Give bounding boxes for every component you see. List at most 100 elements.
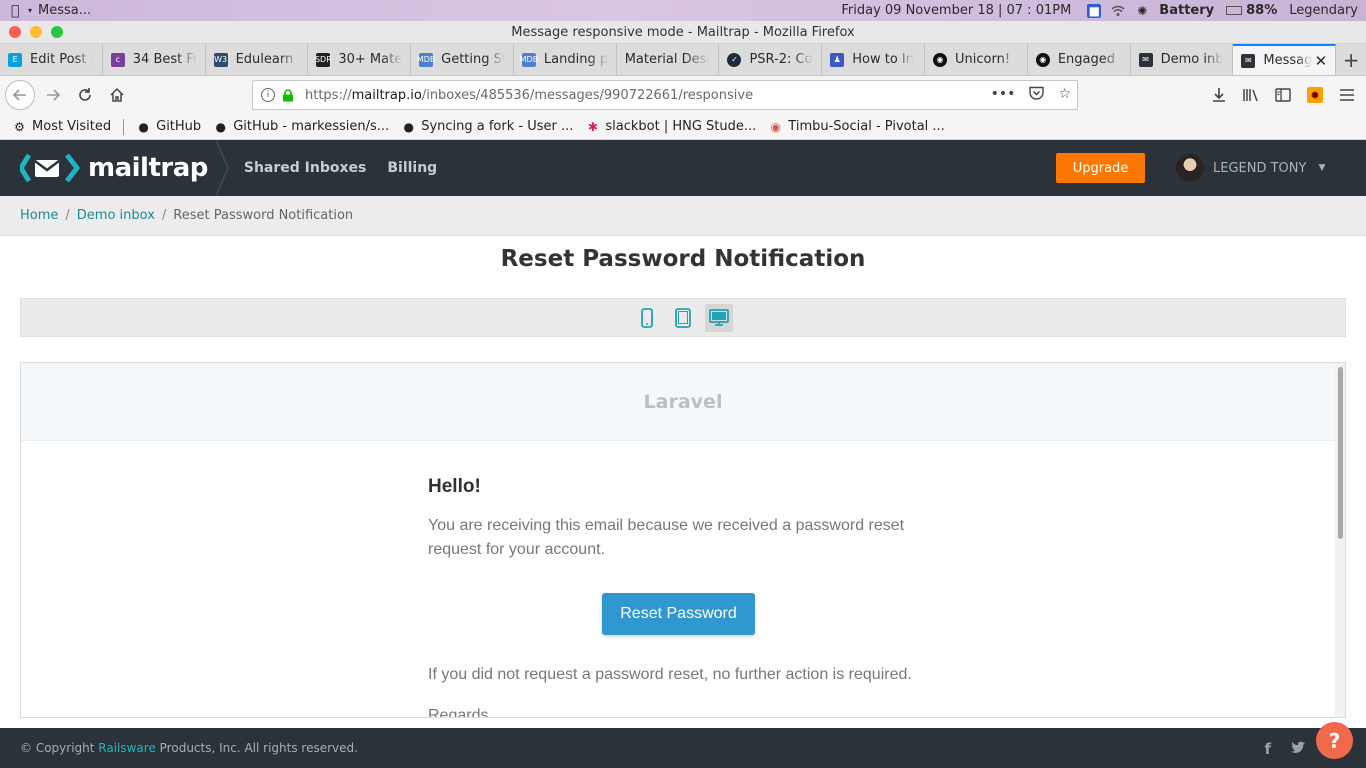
email-paragraph: If you did not request a password reset,… xyxy=(428,666,912,683)
tab-label: Edit Post ‹ xyxy=(30,52,94,67)
email-brand-header: Laravel xyxy=(21,363,1345,441)
bookmark-item[interactable]: ● GitHub - markessien/s... xyxy=(213,119,389,134)
tab-label: Demo inb xyxy=(1160,52,1224,67)
battery-percent: 88% xyxy=(1246,3,1278,18)
site-info-icon[interactable]: i xyxy=(261,88,275,102)
email-brand[interactable]: Laravel xyxy=(644,391,723,413)
tab-favicon-icon: ✉ xyxy=(1241,53,1256,68)
email-signoff: Regards, xyxy=(428,707,493,718)
header-divider xyxy=(214,140,229,196)
browser-tab[interactable]: MDB Landing p xyxy=(514,44,617,75)
tablet-view-icon[interactable] xyxy=(669,304,697,332)
close-window-button[interactable] xyxy=(9,26,21,38)
new-tab-button[interactable]: + xyxy=(1336,44,1366,75)
tab-label: Material Desi xyxy=(624,52,711,67)
nav-shared-inboxes[interactable]: Shared Inboxes xyxy=(244,160,366,176)
extension-icon[interactable]: ✹ xyxy=(1299,80,1331,110)
caret-down-icon: ▼ xyxy=(1318,163,1326,173)
wifi-icon[interactable] xyxy=(1111,4,1125,18)
url-text[interactable]: https://mailtrap.io/inboxes/485536/messa… xyxy=(305,88,753,103)
page-actions-icon[interactable]: ••• xyxy=(991,86,1016,104)
address-bar[interactable]: i https://mailtrap.io/inboxes/485536/mes… xyxy=(252,80,1078,110)
browser-tab[interactable]: ◉ Unicorn! · xyxy=(925,44,1028,75)
railsware-link[interactable]: Railsware xyxy=(98,741,156,755)
browser-tab[interactable]: ◉ Engaged · xyxy=(1028,44,1131,75)
bookmark-star-icon[interactable]: ☆ xyxy=(1058,86,1071,104)
tab-label: Unicorn! · xyxy=(955,52,1019,67)
facebook-icon[interactable]: f xyxy=(1264,740,1271,758)
bookmark-item[interactable]: ✱ slackbot | HNG Stude... xyxy=(585,119,756,134)
nav-billing[interactable]: Billing xyxy=(387,160,437,176)
preview-scrollbar[interactable] xyxy=(1335,363,1345,717)
tab-label: Landing p xyxy=(543,52,608,67)
browser-tab[interactable]: W3 Edulearn – xyxy=(206,44,309,75)
email-paragraph: You are receiving this email because we … xyxy=(428,517,905,558)
bookmark-item[interactable]: ● GitHub xyxy=(136,119,201,134)
brightness-icon[interactable]: ✺ xyxy=(1135,4,1149,18)
system-clock[interactable]: Friday 09 November 18 | 07 : 01PM xyxy=(841,3,1071,18)
gear-icon: ⚙ xyxy=(14,119,25,134)
page-footer: © Copyright Railsware Products, Inc. All… xyxy=(0,728,1366,768)
browser-tab[interactable]: Material Desi xyxy=(617,44,720,75)
window-title: Message responsive mode - Mailtrap - Moz… xyxy=(511,24,855,40)
tab-favicon-icon: MDB xyxy=(417,52,435,67)
battery-label[interactable]: Battery xyxy=(1159,3,1214,18)
breadcrumb-current: Reset Password Notification xyxy=(173,208,354,223)
bookmark-label: Timbu-Social - Pivotal ... xyxy=(788,119,945,134)
home-button[interactable] xyxy=(102,80,132,110)
browser-tab[interactable]: SDR 30+ Mate xyxy=(308,44,412,75)
bookmark-separator xyxy=(123,118,125,135)
browser-tab[interactable]: E Edit Post ‹ xyxy=(0,44,103,75)
forward-button[interactable] xyxy=(38,80,68,110)
help-chat-button[interactable]: ? xyxy=(1316,722,1353,759)
copyright-text: © Copyright Railsware Products, Inc. All… xyxy=(20,741,358,755)
email-body: Hello! You are receiving this email beca… xyxy=(21,442,1337,718)
upgrade-button[interactable]: Upgrade xyxy=(1056,153,1145,183)
close-tab-icon[interactable]: ✕ xyxy=(1315,52,1328,70)
system-menu-bar:  ▾ Messa... Friday 09 November 18 | 07 … xyxy=(0,0,1366,21)
breadcrumb-home[interactable]: Home xyxy=(20,208,58,223)
hamburger-menu-icon[interactable] xyxy=(1331,80,1363,110)
library-icon[interactable] xyxy=(1235,80,1267,110)
back-button[interactable] xyxy=(5,80,35,110)
pocket-icon[interactable] xyxy=(1029,86,1045,104)
bookmark-item[interactable]: ◉ Timbu-Social - Pivotal ... xyxy=(768,119,945,134)
tab-favicon-icon: MDB xyxy=(520,52,538,67)
system-user-name[interactable]: Legendary xyxy=(1289,3,1358,18)
reload-button[interactable] xyxy=(70,80,100,110)
apple-icon[interactable]:  xyxy=(11,4,25,18)
tab-favicon-icon: ♟ xyxy=(830,52,845,67)
screen-icon[interactable]: ■ xyxy=(1087,3,1102,18)
tab-label: 30+ Mate xyxy=(338,52,403,67)
reset-password-button[interactable]: Reset Password xyxy=(602,593,755,635)
browser-tab[interactable]: c 34 Best Fr xyxy=(103,44,206,75)
downloads-icon[interactable] xyxy=(1203,80,1235,110)
lock-icon[interactable] xyxy=(281,88,295,102)
active-app-name[interactable]: Messa... xyxy=(38,3,91,18)
user-name: LEGEND TONY xyxy=(1213,160,1307,176)
browser-tab[interactable]: ♟ How to In xyxy=(822,44,926,75)
mailtrap-logo-icon xyxy=(20,153,80,183)
bookmark-item[interactable]: ● Syncing a fork - User ... xyxy=(401,119,573,134)
bookmark-most-visited[interactable]: ⚙ Most Visited xyxy=(12,119,111,134)
user-menu[interactable]: LEGEND TONY ▼ xyxy=(1176,153,1325,183)
desktop-view-icon[interactable] xyxy=(705,303,733,332)
maximize-window-button[interactable] xyxy=(51,26,63,38)
tab-strip: E Edit Post ‹ c 34 Best Fr W3 Edulearn – SD… xyxy=(0,44,1366,76)
browser-tab[interactable]: ✓ PSR-2: Co xyxy=(719,44,823,75)
bookmark-label: Syncing a fork - User ... xyxy=(421,119,574,134)
twitter-icon[interactable] xyxy=(1291,740,1306,758)
browser-tab-active[interactable]: ✉ Messag ✕ xyxy=(1233,44,1337,75)
sidebar-icon[interactable] xyxy=(1267,80,1299,110)
scrollbar-thumb[interactable] xyxy=(1338,367,1343,539)
navigation-toolbar: i https://mailtrap.io/inboxes/485536/mes… xyxy=(0,76,1366,114)
page-title: Reset Password Notification xyxy=(500,246,866,272)
bookmark-label: GitHub xyxy=(156,119,202,134)
mailtrap-logo[interactable]: mailtrap xyxy=(20,140,234,196)
breadcrumb-inbox[interactable]: Demo inbox xyxy=(77,208,155,223)
mobile-view-icon[interactable] xyxy=(633,304,661,332)
browser-tab[interactable]: ✉ Demo inb xyxy=(1131,44,1234,75)
minimize-window-button[interactable] xyxy=(30,26,42,38)
breadcrumb: Home / Demo inbox / Reset Password Notif… xyxy=(0,196,1366,236)
browser-tab[interactable]: MDB Getting St xyxy=(411,44,514,75)
